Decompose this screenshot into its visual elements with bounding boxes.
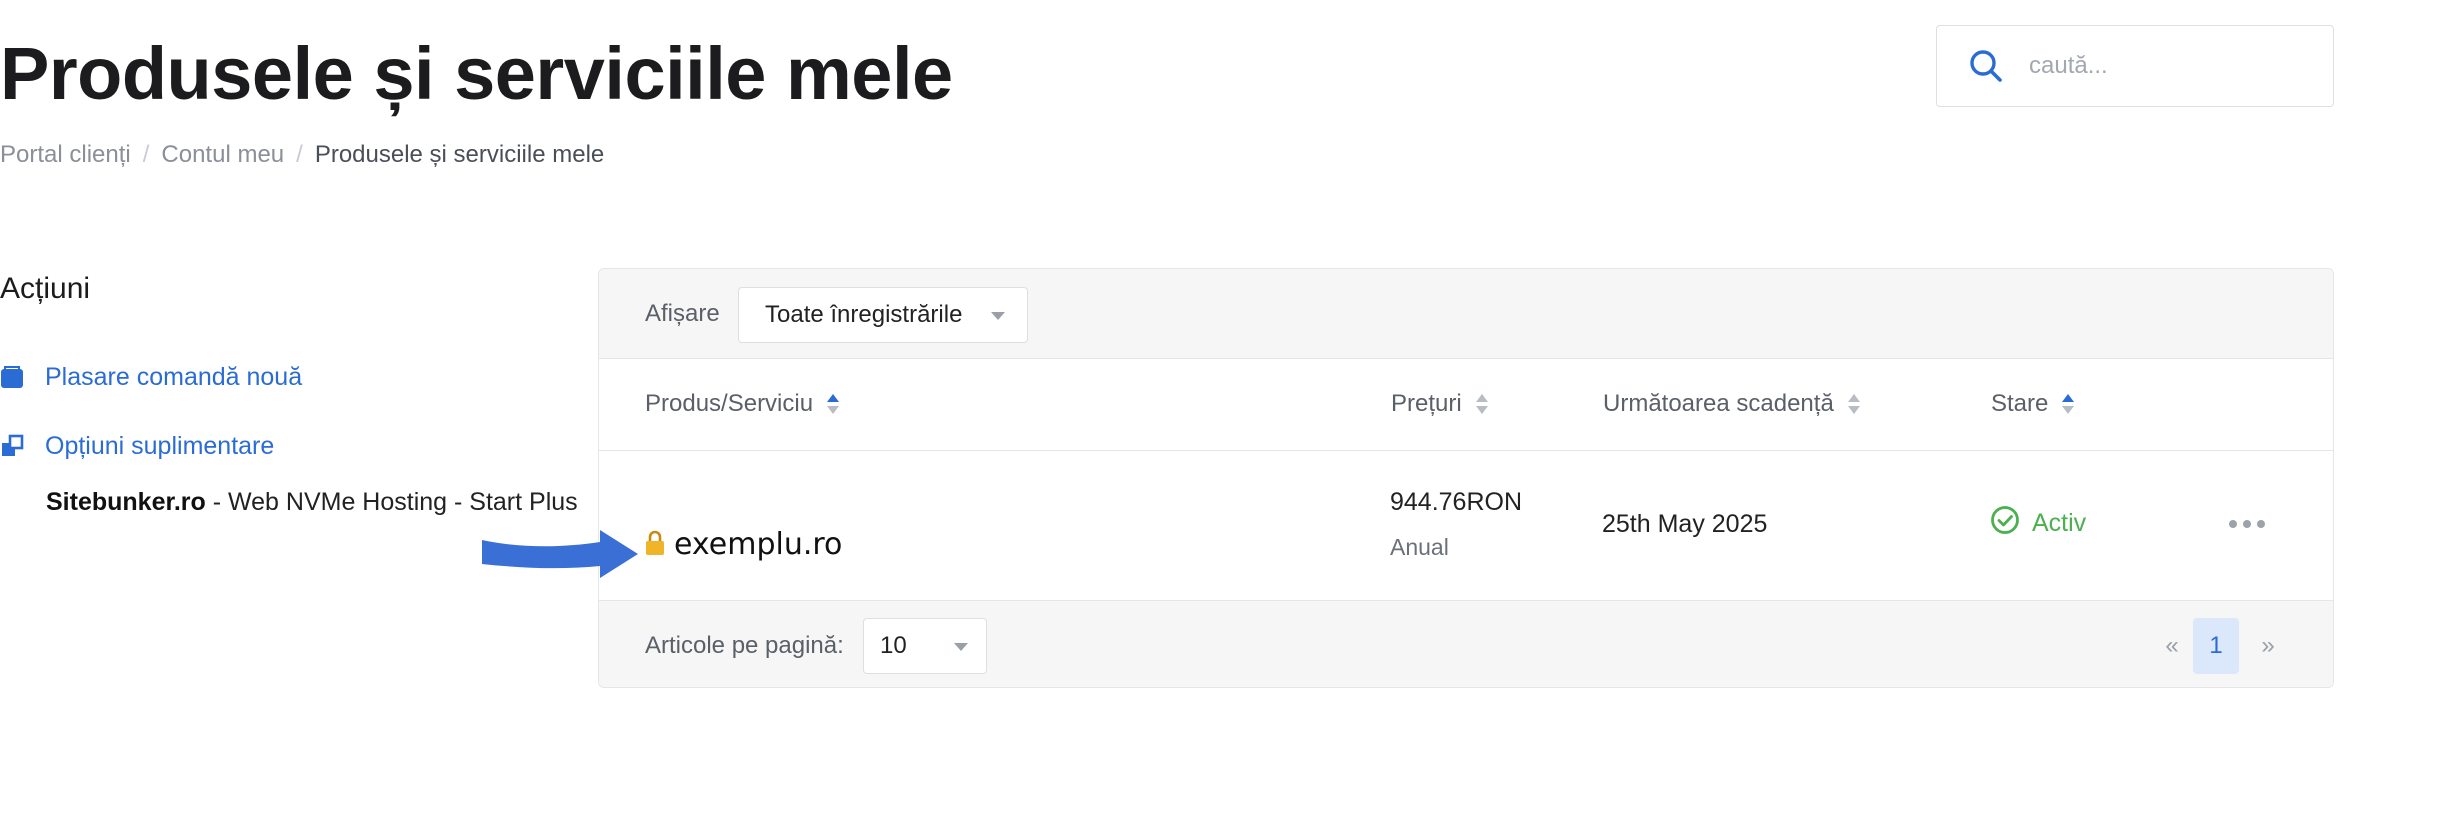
chevron-down-icon [991, 312, 1005, 320]
sidebar-item-label: Opțiuni suplimentare [45, 432, 275, 460]
billing-cycle: Anual [1390, 534, 1449, 560]
chevron-down-icon [954, 643, 968, 651]
breadcrumb-link-portal[interactable]: Portal clienți [0, 140, 131, 170]
column-header-product[interactable]: Produs/Serviciu [645, 389, 840, 419]
annotation-arrow-icon [482, 530, 638, 578]
per-page-select[interactable]: 10 [863, 618, 987, 674]
per-page-label: Articole pe pagină: [645, 632, 844, 659]
status-text: Activ [2032, 508, 2087, 537]
product-name[interactable]: Sitebunker.ro - Web NVMe Hosting - Start… [46, 486, 578, 518]
sort-icon [1847, 394, 1860, 414]
more-dot [2257, 520, 2265, 528]
column-header-label: Prețuri [1391, 390, 1462, 417]
sidebar-item-addons[interactable]: Opțiuni suplimentare [0, 431, 274, 461]
page-title: Produsele și serviciile mele [0, 32, 953, 115]
column-header-next-due[interactable]: Următoarea scadență [1603, 389, 1860, 419]
search-box[interactable] [1936, 25, 2334, 107]
more-dot [2229, 520, 2237, 528]
services-table-card: Afișare Toate înregistrările Produs/Serv… [598, 268, 2334, 688]
filter-label: Afișare [645, 300, 720, 327]
sidebar-item-label: Plasare comandă nouă [45, 363, 303, 391]
sidebar-title: Acțiuni [0, 272, 91, 305]
sort-icon [1475, 394, 1488, 414]
addons-icon [0, 434, 24, 458]
row-actions-menu[interactable] [2224, 510, 2270, 538]
table-toolbar: Afișare Toate înregistrările [599, 269, 2333, 359]
filter-select[interactable]: Toate înregistrările [738, 287, 1028, 343]
breadcrumb-separator: / [296, 141, 303, 168]
sort-icon [827, 394, 840, 414]
search-icon[interactable] [1965, 45, 2007, 87]
column-header-label: Stare [1991, 390, 2049, 417]
sort-icon [2062, 394, 2075, 414]
price-value: 944.76RON [1390, 488, 1523, 516]
column-header-price[interactable]: Prețuri [1391, 389, 1488, 419]
table-header: Produs/Serviciu Prețuri Următoarea scade… [599, 359, 2333, 451]
next-due-date: 25th May 2025 [1602, 510, 1768, 538]
pagination-prev[interactable]: « [2159, 618, 2185, 674]
product-domain: exemplu.ro [644, 526, 842, 564]
pagination-next[interactable]: » [2255, 618, 2281, 674]
product-plan: - Web NVMe Hosting - Start Plus [212, 488, 578, 516]
breadcrumb-current: Produsele și serviciile mele [314, 141, 605, 168]
breadcrumb: Portal clienți / Contul meu / Produsele … [0, 140, 604, 170]
more-dot [2243, 520, 2251, 528]
cart-icon [0, 365, 24, 389]
breadcrumb-link-account[interactable]: Contul meu [161, 140, 284, 170]
column-header-label: Următoarea scadență [1603, 390, 1834, 417]
check-circle-icon [1990, 505, 2020, 540]
table-footer: Articole pe pagină: 10 « 1 » [599, 601, 2333, 687]
sidebar-item-new-order[interactable]: Plasare comandă nouă [0, 362, 302, 392]
status-badge: Activ [1990, 505, 2086, 540]
column-header-label: Produs/Serviciu [645, 390, 814, 417]
domain-text: exemplu.ro [674, 527, 843, 562]
product-brand: Sitebunker.ro [46, 488, 206, 516]
breadcrumb-separator: / [142, 141, 150, 168]
column-header-status[interactable]: Stare [1991, 389, 2075, 419]
lock-icon [644, 530, 666, 561]
per-page-value: 10 [880, 632, 907, 659]
search-input[interactable] [2029, 52, 2309, 80]
pagination-page[interactable]: 1 [2193, 618, 2239, 674]
filter-select-value: Toate înregistrările [765, 301, 963, 328]
